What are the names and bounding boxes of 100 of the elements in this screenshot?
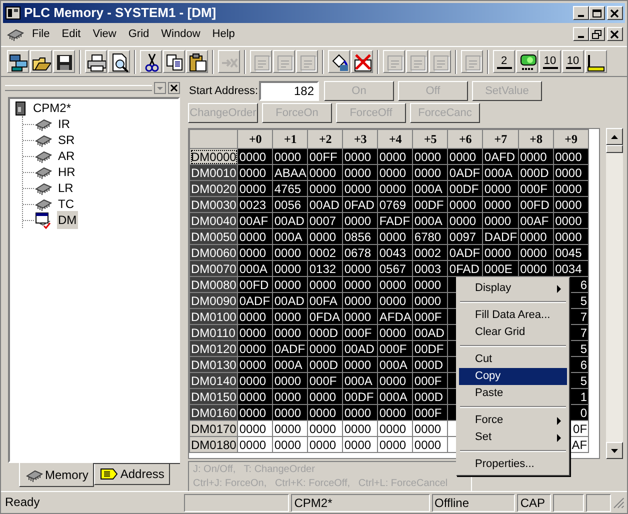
table-cell: 0000 bbox=[518, 148, 554, 164]
table-cell: 000F bbox=[412, 308, 448, 324]
toolbar-button[interactable] bbox=[163, 50, 185, 73]
table-cell: 0000 bbox=[272, 260, 308, 276]
table-cell: 0000 bbox=[554, 164, 589, 180]
table-cell: 0000 bbox=[238, 324, 273, 340]
table-cell: 000A bbox=[238, 260, 273, 276]
table-cell: 0132 bbox=[308, 260, 343, 276]
panel-tab[interactable]: Address bbox=[94, 464, 170, 485]
table-cell: 0000 bbox=[308, 340, 343, 356]
tree-item[interactable]: TC bbox=[57, 195, 75, 213]
column-header: +2 bbox=[308, 130, 343, 148]
toolbar-button[interactable] bbox=[108, 50, 130, 73]
table-cell: 0000 bbox=[378, 180, 413, 196]
table-cell: 00FF bbox=[308, 148, 343, 164]
table-cell: 00FD bbox=[238, 276, 273, 292]
column-header: +1 bbox=[272, 130, 308, 148]
row-header: DM0120 bbox=[190, 340, 238, 356]
toolbar-button[interactable] bbox=[140, 50, 162, 73]
table-cell: 0FAD bbox=[342, 196, 378, 212]
menu-item[interactable]: Properties... bbox=[459, 456, 567, 473]
minimize-button[interactable] bbox=[573, 6, 589, 20]
column-header: +8 bbox=[518, 130, 554, 148]
toolbar-button[interactable] bbox=[516, 50, 538, 73]
table-cell: 0000 bbox=[378, 148, 413, 164]
table-cell: 0000 bbox=[342, 276, 378, 292]
table-cell: 0000 bbox=[238, 244, 273, 260]
toolbar-button[interactable] bbox=[85, 50, 107, 73]
table-cell: 0034 bbox=[554, 260, 589, 276]
tree-item[interactable]: LR bbox=[57, 179, 74, 197]
table-cell: 000D bbox=[412, 356, 448, 372]
table-cell: 0000 bbox=[554, 180, 589, 196]
table-cell: 0000 bbox=[238, 148, 273, 164]
table-cell: 000F bbox=[378, 340, 413, 356]
menu-item[interactable]: Edit bbox=[56, 26, 87, 42]
tree-item[interactable]: DM bbox=[57, 211, 78, 229]
toolbar-button[interactable] bbox=[53, 50, 75, 73]
toolbar-button[interactable] bbox=[30, 50, 52, 73]
child-close-button[interactable] bbox=[607, 27, 623, 41]
table-cell: 0000 bbox=[378, 276, 413, 292]
table-cell: 0000 bbox=[238, 228, 273, 244]
table-cell: 0000 bbox=[518, 244, 554, 260]
table-cell: 0678 bbox=[342, 244, 378, 260]
table-cell: 0000 bbox=[518, 228, 554, 244]
toolbar-button[interactable] bbox=[328, 50, 350, 73]
tree-item[interactable]: CPM2* bbox=[33, 99, 72, 117]
menu-item[interactable]: Help bbox=[206, 26, 241, 42]
tree-item[interactable]: SR bbox=[57, 131, 76, 149]
start-address-field[interactable]: 182 bbox=[259, 81, 319, 101]
toolbar-button[interactable] bbox=[585, 50, 607, 73]
table-cell: FADF bbox=[378, 212, 413, 228]
table-cell: 00DF bbox=[448, 180, 483, 196]
toolbar-button[interactable] bbox=[351, 50, 373, 73]
menu-item[interactable]: View bbox=[86, 26, 122, 42]
toolbar-button[interactable] bbox=[7, 50, 29, 73]
child-minimize-button[interactable] bbox=[573, 27, 589, 41]
printer-icon bbox=[86, 52, 106, 72]
child-restore-button[interactable] bbox=[589, 27, 605, 41]
tree-item[interactable]: HR bbox=[57, 163, 76, 181]
table-cell: 6780 bbox=[412, 228, 448, 244]
table-cell: DADF bbox=[482, 228, 519, 244]
column-header: +4 bbox=[378, 130, 413, 148]
status-panel bbox=[586, 494, 612, 512]
table-cell: 0000 bbox=[448, 212, 483, 228]
table-cell: 00AD bbox=[412, 324, 448, 340]
table-cell: 00AD bbox=[308, 196, 343, 212]
scroll-down-button[interactable] bbox=[606, 442, 623, 459]
vertical-scrollbar[interactable] bbox=[606, 128, 623, 459]
tree-item[interactable]: IR bbox=[57, 115, 71, 133]
scroll-thumb[interactable] bbox=[606, 145, 623, 153]
toolbar-button[interactable] bbox=[186, 50, 208, 73]
table-cell: 0000 bbox=[272, 276, 308, 292]
table-cell: 0000 bbox=[272, 388, 308, 404]
caret-icon bbox=[156, 86, 164, 90]
toolbar-button[interactable]: 10 bbox=[562, 50, 584, 73]
clipboard-icon bbox=[187, 52, 207, 72]
toolbar-button[interactable]: 2 bbox=[493, 50, 515, 73]
menu-item[interactable]: Window bbox=[155, 26, 206, 42]
row-header: DM0020 bbox=[190, 180, 238, 196]
menu-item[interactable]: File bbox=[26, 26, 56, 42]
scroll-up-button[interactable] bbox=[606, 128, 623, 145]
close-icon bbox=[610, 8, 620, 18]
table-cell: 0000 bbox=[238, 436, 273, 452]
table-cell: 0ADF bbox=[448, 244, 483, 260]
panel-close-button[interactable] bbox=[168, 82, 180, 94]
status-text: CPM2* bbox=[291, 494, 430, 512]
table-cell: 0000 bbox=[342, 292, 378, 308]
table-cell: 000D bbox=[308, 356, 343, 372]
menu-item[interactable]: Copy bbox=[459, 368, 567, 385]
table-cell: 00FA bbox=[308, 292, 343, 308]
panel-tab[interactable]: Memory bbox=[19, 463, 94, 487]
tree-item[interactable]: AR bbox=[57, 147, 76, 165]
column-header: +9 bbox=[554, 130, 589, 148]
maximize-button[interactable] bbox=[589, 6, 605, 20]
close-button[interactable] bbox=[607, 6, 623, 20]
menu-item[interactable]: Grid bbox=[122, 26, 156, 42]
table-cell: 000A bbox=[378, 356, 413, 372]
table-cell: 0000 bbox=[238, 356, 273, 372]
toolbar-button[interactable]: 10 bbox=[539, 50, 561, 73]
table-cell: 0000 bbox=[554, 212, 589, 228]
